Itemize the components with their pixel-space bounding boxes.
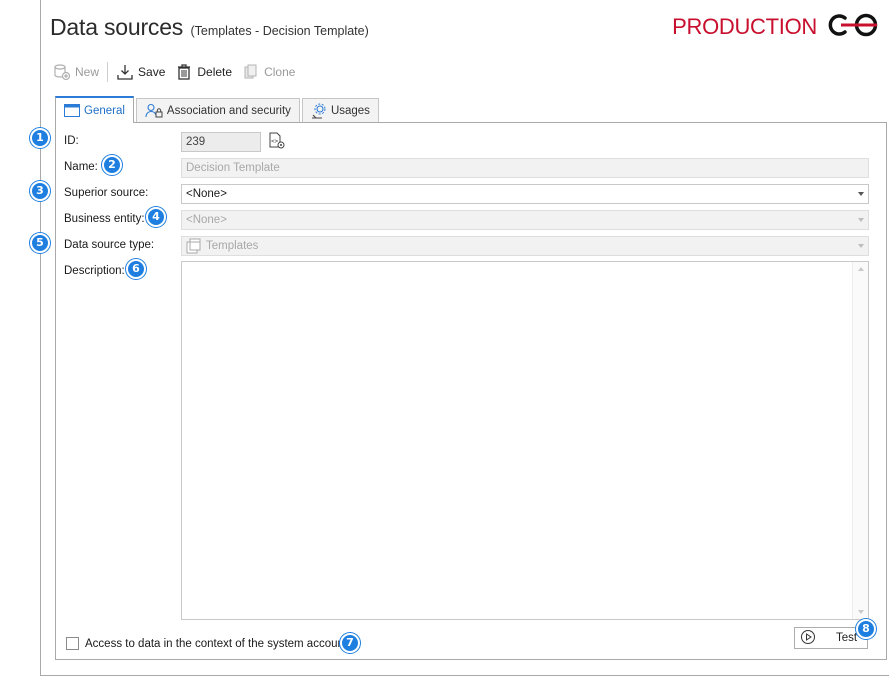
data-sources-window: Data sources (Templates - Decision Templ… xyxy=(40,0,889,676)
templates-icon xyxy=(186,238,202,255)
id-field: 239 xyxy=(181,132,261,152)
data-source-type-select[interactable]: Templates xyxy=(181,236,869,256)
superior-source-label: Superior source: xyxy=(64,187,149,199)
save-icon xyxy=(116,63,134,81)
play-icon xyxy=(800,629,816,648)
chevron-down-icon xyxy=(858,192,864,196)
clone-label: Clone xyxy=(264,65,296,79)
page-title-subtitle: (Templates - Decision Template) xyxy=(190,24,369,38)
data-source-type-label: Data source type: xyxy=(64,239,155,251)
save-label: Save xyxy=(138,65,166,79)
svg-text:<>: <> xyxy=(271,138,279,145)
new-button[interactable]: New xyxy=(53,63,99,81)
business-entity-value: <None> xyxy=(186,214,227,226)
page-title-main: Data sources xyxy=(50,14,184,40)
trash-icon xyxy=(175,63,193,81)
callout-badge-2: 2 xyxy=(102,155,122,175)
environment-logo-icon xyxy=(823,12,883,41)
chevron-down-icon xyxy=(858,244,864,248)
system-account-row: Access to data in the context of the sys… xyxy=(66,637,347,650)
toolbar: New Save Delete Clone xyxy=(53,60,305,84)
tab-association-label: Association and security xyxy=(166,104,291,117)
callout-badge-4: 4 xyxy=(146,207,166,227)
callout-badge-7: 7 xyxy=(340,633,360,653)
page-title: Data sources (Templates - Decision Templ… xyxy=(50,14,369,41)
data-source-type-value: Templates xyxy=(206,240,259,252)
callout-badge-1: 1 xyxy=(30,128,50,148)
scroll-down-icon[interactable] xyxy=(858,610,864,614)
id-label: ID: xyxy=(64,135,79,147)
chevron-down-icon xyxy=(858,218,864,222)
scroll-up-icon[interactable] xyxy=(858,267,864,271)
user-lock-icon xyxy=(145,103,163,119)
delete-button[interactable]: Delete xyxy=(175,63,232,81)
tab-general[interactable]: General xyxy=(55,96,134,123)
clone-icon xyxy=(242,63,260,81)
new-label: New xyxy=(75,65,100,79)
superior-source-value: <None> xyxy=(186,188,227,200)
callout-badge-5: 5 xyxy=(30,233,50,253)
callout-badge-8: 8 xyxy=(856,619,876,639)
description-textarea[interactable] xyxy=(181,261,869,620)
description-label: Description: xyxy=(64,265,125,277)
save-button[interactable]: Save xyxy=(116,63,165,81)
tab-general-label: General xyxy=(84,104,125,117)
callout-badge-3: 3 xyxy=(30,181,50,201)
tab-association-security[interactable]: Association and security xyxy=(135,98,300,122)
tab-usages-label: Usages xyxy=(330,104,370,117)
tab-bar: General Association and security Usages xyxy=(55,95,381,123)
id-lookup-icon[interactable]: <> xyxy=(268,132,286,153)
clone-button[interactable]: Clone xyxy=(242,63,295,81)
business-entity-label: Business entity: xyxy=(64,213,145,225)
system-account-checkbox[interactable] xyxy=(66,637,79,650)
gear-usage-icon xyxy=(311,103,327,119)
description-scrollbar[interactable] xyxy=(852,262,868,619)
delete-label: Delete xyxy=(197,65,233,79)
name-label: Name: xyxy=(64,161,98,173)
test-label: Test xyxy=(836,632,858,644)
tab-usages[interactable]: Usages xyxy=(301,98,379,122)
superior-source-select[interactable]: <None> xyxy=(181,184,869,204)
new-database-icon xyxy=(53,63,71,81)
system-account-label: Access to data in the context of the sys… xyxy=(85,637,348,650)
window-icon xyxy=(64,104,80,117)
name-field[interactable]: Decision Template xyxy=(181,158,869,178)
environment-label: PRODUCTION xyxy=(672,13,817,39)
callout-badge-6: 6 xyxy=(126,259,146,279)
environment-indicator: PRODUCTION xyxy=(672,12,883,41)
general-panel: ID: 239 <> Name: Decision Template Super… xyxy=(55,122,887,660)
toolbar-separator xyxy=(107,62,109,82)
business-entity-select[interactable]: <None> xyxy=(181,210,869,230)
